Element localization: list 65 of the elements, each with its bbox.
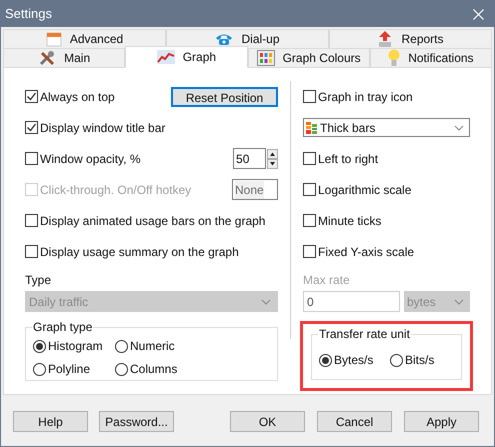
checkbox-label: Graph in tray icon [318,88,413,106]
telephone-icon [215,32,234,46]
checkbox[interactable] [25,90,38,103]
checkbox[interactable] [25,121,38,134]
checkbox-label: Minute ticks [318,212,382,230]
radio-label: Bits/s [405,352,434,369]
tab[interactable]: Dial-up [166,29,329,48]
radio-button[interactable] [115,340,128,352]
tab[interactable]: Graph Colours [248,48,370,67]
caret-icon [454,298,464,304]
radio-button[interactable] [390,354,403,366]
tab[interactable]: Notifications [370,48,492,67]
bar-chart-icon [306,122,318,134]
checkbox[interactable] [303,183,316,196]
checkbox-label: Display window title bar [40,120,166,136]
calendar-icon [46,31,62,47]
radio-label: Histogram [48,338,103,355]
caret-icon [454,124,464,130]
radio-label: Columns [130,361,178,378]
dialog-button[interactable]: Apply [404,411,479,432]
spin-arrows-icon[interactable] [267,148,278,168]
reset-position-button[interactable]: Reset Position [171,86,278,106]
checkbox[interactable] [303,90,316,103]
radio-button[interactable] [33,340,46,352]
checkbox[interactable] [25,245,38,258]
tools-icon [38,49,56,67]
checkbox[interactable] [25,214,38,227]
max-rate-label: Max rate [303,272,351,289]
dialog-button[interactable]: OK [230,411,305,432]
checkbox[interactable] [25,152,38,165]
palette-icon [256,50,275,66]
tab[interactable]: Main [3,48,126,67]
dialog-button[interactable]: Help [13,411,88,432]
checkbox-label: Display animated usage bars on the graph [40,212,266,230]
checkbox-label: Display usage summary on the graph [40,244,239,260]
dialog-button[interactable]: Password... [99,411,174,432]
checkbox[interactable] [303,214,316,227]
tab[interactable]: Advanced [3,29,166,48]
checkbox-label: Logarithmic scale [318,182,412,198]
radio-label: Polyline [48,361,90,378]
group-title: Graph type [32,319,94,335]
light-bulb-icon [388,49,400,67]
radio-button[interactable] [115,362,128,376]
checkbox-label: Fixed Y-axis scale [318,244,414,260]
graph-style-dropdown[interactable]: Thick bars [303,118,470,137]
checkbox[interactable] [303,245,316,258]
type-label: Type [25,272,52,289]
caret-icon [261,298,272,304]
radio-button[interactable] [319,354,332,366]
tab[interactable]: Graph [125,46,248,68]
window-title: Settings [5,5,52,24]
tab[interactable]: Reports [329,29,492,48]
close-icon[interactable] [473,8,484,20]
dialog-button[interactable]: Cancel [317,411,392,432]
number-field[interactable]: 50 [233,148,266,169]
radio-button[interactable] [33,362,46,376]
checkbox-label: Always on top [40,88,115,106]
line-chart-icon [156,50,175,64]
checkbox-label: Left to right [318,150,378,168]
radio-label: Bytes/s [334,352,374,369]
upload-arrow-icon [377,30,394,48]
checkbox[interactable] [303,152,316,165]
radio-label: Numeric [130,338,175,355]
checkbox-label: Window opacity, % [40,150,140,168]
checkbox-label: Click-through. On/Off hotkey [40,182,192,198]
